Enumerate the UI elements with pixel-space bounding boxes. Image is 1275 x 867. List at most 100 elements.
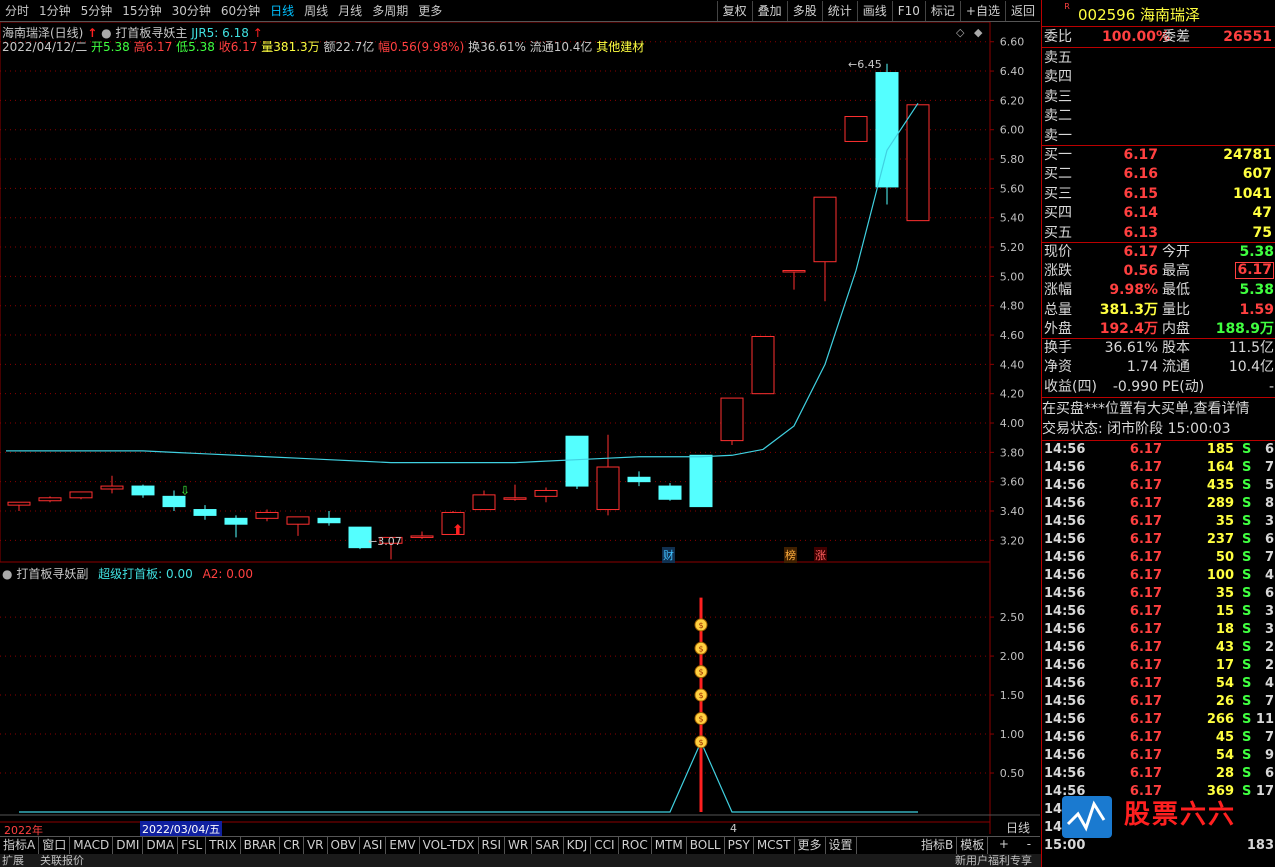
diamond-icon[interactable]: ◇ [956,26,965,39]
order-row[interactable]: 买一 6.17 24781 [1042,146,1275,165]
period-7[interactable]: 周线 [299,0,333,22]
status-related-quote[interactable]: 关联报价 [40,854,84,867]
candle[interactable] [193,505,217,520]
period-2[interactable]: 5分钟 [76,0,118,22]
order-row[interactable]: 买二 6.16 607 [1042,165,1275,184]
indicator-tab-21[interactable]: BOLL [687,837,725,854]
candle[interactable] [875,63,899,205]
candle[interactable] [503,484,527,501]
settings-circle-icon[interactable]: ● [2,567,12,581]
kline-chart[interactable]: 6.60 6.40 6.20 6.00 5.80 5.60 5.40 5.20 5.00 4.80… [0,22,1040,836]
toolbar-button-8[interactable]: 返回 [1004,1,1040,21]
candle[interactable] [472,490,496,511]
tag-cai[interactable]: 财 [662,547,675,563]
candle[interactable] [224,515,248,538]
candle[interactable] [534,487,558,503]
period-9[interactable]: 多周期 [367,0,413,22]
period-5[interactable]: 60分钟 [216,0,265,22]
indicator-tab-23[interactable]: MCST [754,837,795,854]
indicator-tab-12[interactable]: EMV [386,837,420,854]
order-row[interactable]: 卖二 [1042,107,1275,126]
period-8[interactable]: 月线 [333,0,367,22]
order-row[interactable]: 卖四 [1042,68,1275,87]
indicator-tab-3[interactable]: DMI [113,837,144,854]
zoom-in-button[interactable]: + [999,837,1009,854]
sector-label[interactable]: 其他建材 [596,40,644,54]
candle[interactable] [565,435,589,490]
toolbar-button-2[interactable]: 多股 [786,1,822,21]
period-10[interactable]: 更多 [413,0,447,22]
indicator-tab-11[interactable]: ASI [360,837,387,854]
zoom-out-button[interactable]: - [1027,837,1031,854]
status-extend[interactable]: 扩展 [2,854,24,867]
indicator-tab-2[interactable]: MACD [70,837,114,854]
diamond-filled-icon[interactable]: ◆ [974,26,983,39]
toolbar-button-0[interactable]: 复权 [716,1,752,21]
indicator-tab-20[interactable]: MTM [652,837,687,854]
candle[interactable] [100,475,124,494]
toolbar-button-5[interactable]: F10 [891,1,925,21]
sub-indicator-name[interactable]: 打首板寻妖副 [16,567,88,581]
status-promo[interactable]: 新用户福利专享 [955,854,1032,867]
indicator-tab-0[interactable]: 指标A [0,837,40,854]
toolbar-button-1[interactable]: 叠加 [751,1,787,21]
toolbar-button-6[interactable]: 标记 [924,1,960,21]
indicator-b-tab[interactable]: 指标B [918,837,958,854]
candle[interactable] [813,196,837,302]
candle[interactable] [255,509,279,522]
period-4[interactable]: 30分钟 [167,0,216,22]
candle[interactable] [844,116,868,142]
template-tab[interactable]: 模板 [957,837,989,854]
period-3[interactable]: 15分钟 [117,0,166,22]
order-row[interactable]: 卖五 [1042,49,1275,68]
period-6[interactable]: 日线 [265,0,299,22]
candle[interactable] [69,491,93,500]
indicator-tab-17[interactable]: KDJ [564,837,592,854]
indicator-tab-15[interactable]: WR [505,837,533,854]
candle[interactable] [7,501,31,512]
candle[interactable] [720,397,744,446]
toolbar-button-3[interactable]: 统计 [821,1,857,21]
candle[interactable] [782,270,806,290]
indicator-tab-9[interactable]: VR [304,837,328,854]
order-row[interactable]: 买四 6.14 47 [1042,204,1275,223]
candle[interactable] [286,516,310,536]
indicator-tab-1[interactable]: 窗口 [39,837,71,854]
candle[interactable] [906,104,930,222]
daily-selector[interactable]: 日线 [996,821,1040,836]
big-order-notice[interactable]: 在买盘***位置有大买单,查看详情 [1042,400,1275,419]
order-row[interactable]: 卖三 [1042,88,1275,107]
indicator-tab-14[interactable]: RSI [479,837,506,854]
indicator-tab-22[interactable]: PSY [725,837,754,854]
candle[interactable] [658,483,682,501]
tag-bang[interactable]: 榜 [784,547,797,563]
indicator-tab-5[interactable]: FSL [178,837,207,854]
candle[interactable] [317,511,341,526]
toolbar-button-4[interactable]: 画线 [856,1,892,21]
indicator-tab-24[interactable]: 更多 [795,837,826,854]
candle[interactable] [627,471,651,487]
indicator-tab-25[interactable]: 设置 [826,837,857,854]
period-1[interactable]: 1分钟 [34,0,76,22]
candle[interactable] [131,484,155,498]
order-row[interactable]: 买三 6.15 1041 [1042,185,1275,204]
candle[interactable] [596,434,620,516]
indicator-tab-8[interactable]: CR [280,837,304,854]
toolbar-button-7[interactable]: +自选 [959,1,1005,21]
candle[interactable] [410,531,434,539]
indicator-tab-19[interactable]: ROC [619,837,652,854]
indicator-tab-10[interactable]: OBV [328,837,361,854]
candle[interactable] [689,454,713,508]
indicator-tab-18[interactable]: CCI [591,837,619,854]
candle[interactable] [38,496,62,503]
indicator-tab-4[interactable]: DMA [143,837,179,854]
indicator-tab-6[interactable]: TRIX [206,837,241,854]
period-0[interactable]: 分时 [0,0,34,22]
tag-zhang[interactable]: 涨 [814,547,827,563]
indicator-tab-7[interactable]: BRAR [241,837,281,854]
indicator-tab-16[interactable]: SAR [532,837,564,854]
candle[interactable] [751,335,775,395]
order-row[interactable]: 卖一 [1042,127,1275,146]
order-row[interactable]: 买五 6.13 75 [1042,224,1275,243]
indicator-tab-13[interactable]: VOL-TDX [420,837,479,854]
